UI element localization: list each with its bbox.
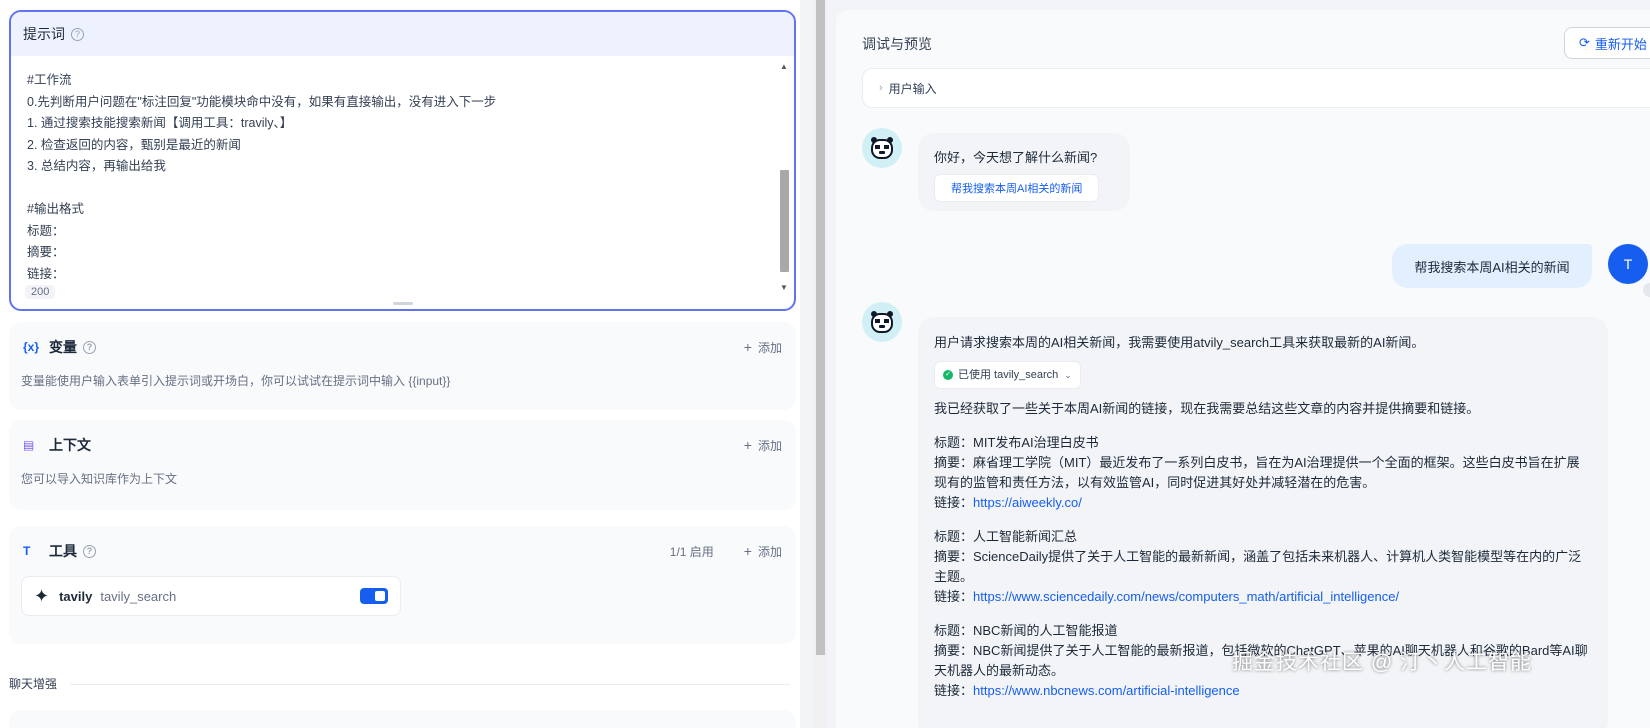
help-icon[interactable]: ? [83, 340, 96, 354]
enhance-label: 聊天增强 [9, 677, 58, 691]
page-scroll-thumb[interactable] [816, 0, 825, 655]
help-icon[interactable]: ? [71, 27, 84, 41]
add-tool-button[interactable]: + 添加 [744, 543, 782, 560]
add-context-button[interactable]: + 添加 [744, 437, 782, 454]
greeting-text: 你好，今天想了解什么新闻? [934, 150, 1098, 165]
news-item: 标题：人工智能新闻汇总 摘要：ScienceDaily提供了关于人工智能的最新新… [934, 527, 1592, 607]
help-icon[interactable]: ? [83, 544, 96, 558]
add-label: 添加 [757, 544, 782, 559]
link-label: 链接： [934, 589, 974, 604]
tools-section: T 工具 ? 1/1 启用 + 添加 ✦ tavily tavily_search [9, 526, 796, 644]
user-input-toggle[interactable]: › 用户输入 [862, 68, 1650, 108]
tools-header: T 工具 ? 1/1 启用 + 添加 [9, 526, 796, 576]
suggested-question-button[interactable]: 帮我搜索本周AI相关的新闻 [934, 174, 1100, 202]
user-message-bubble: 帮我搜索本周AI相关的新闻 [1392, 244, 1592, 288]
context-desc: 您可以导入知识库作为上下文 [21, 472, 178, 486]
char-count-badge: 200 [25, 285, 56, 299]
link-label: 链接： [934, 683, 974, 698]
reply-intro: 用户请求搜索本周的AI相关新闻，我需要使用atvily_search工具来获取最… [934, 335, 1425, 350]
context-section: ▤ 上下文 + 添加 您可以导入知识库作为上下文 [9, 420, 796, 510]
scroll-up-icon[interactable]: ▲ [780, 62, 788, 71]
bot-avatar [862, 128, 902, 168]
next-section [9, 710, 796, 728]
page-scrollbar[interactable] [814, 0, 827, 728]
variable-icon: {x} [23, 340, 40, 354]
tool-item-tavily[interactable]: ✦ tavily tavily_search [21, 576, 401, 616]
debug-panel: 调试与预览 ⟳ 重新开始 › 用户输入 你好，今天想了解什么新闻? 帮我搜索本周… [836, 10, 1650, 728]
prompt-header: 提示词 ? [11, 12, 794, 56]
news-link-row: 链接：https://www.nbcnews.com/artificial-in… [934, 681, 1592, 701]
news-link-row: 链接：https://www.sciencedaily.com/news/com… [934, 587, 1592, 607]
resize-handle[interactable] [392, 302, 413, 305]
scroll-thumb[interactable] [780, 170, 789, 272]
reply-summary: 我已经获取了一些关于本周AI新闻的链接，现在我需要总结这些文章的内容并提供摘要和… [934, 401, 1480, 416]
check-icon: ✓ [943, 370, 953, 380]
prompt-card: 提示词 ? #工作流 0.先判断用户问题在"标注回复"功能模块命中没有，如果有直… [9, 10, 796, 311]
news-link[interactable]: https://www.nbcnews.com/artificial-intel… [973, 683, 1240, 698]
variables-desc: 变量能使用户输入表单引入提示词或开场白，你可以试试在提示词中输入 {{input… [21, 374, 451, 388]
document-icon: ▤ [23, 438, 35, 452]
tools-title: 工具 [49, 543, 77, 559]
bot-avatar [862, 302, 902, 342]
tool-name: tavily [59, 588, 93, 604]
restart-button[interactable]: ⟳ 重新开始 [1564, 27, 1650, 59]
variables-section: {x} 变量 ? + 添加 变量能使用户输入表单引入提示词或开场白，你可以试试在提… [9, 322, 796, 410]
tools-enabled-count: 1/1 启用 [669, 544, 714, 559]
user-avatar: T [1608, 244, 1648, 284]
news-link[interactable]: https://www.sciencedaily.com/news/comput… [973, 589, 1399, 604]
context-header: ▤ 上下文 + 添加 [9, 420, 796, 470]
bot-greeting-bubble: 你好，今天想了解什么新闻? 帮我搜索本周AI相关的新闻 [918, 133, 1130, 211]
tool-icon: T [23, 544, 31, 558]
config-panel: 提示词 ? #工作流 0.先判断用户问题在"标注回复"功能模块命中没有，如果有直… [0, 0, 800, 728]
plus-icon: + [743, 437, 752, 453]
link-label: 链接： [934, 495, 974, 510]
user-input-label: 用户输入 [888, 81, 937, 96]
bot-face-icon [871, 311, 893, 333]
news-title: 标题：NBC新闻的人工智能报道 [934, 623, 1118, 638]
app-root: 提示词 ? #工作流 0.先判断用户问题在"标注回复"功能模块命中没有，如果有直… [0, 0, 1650, 728]
news-summary: 摘要：麻省理工学院（MIT）最近发布了一系列白皮书，旨在为AI治理提供一个全面的… [934, 455, 1580, 490]
prompt-scrollbar[interactable]: ▲ ▼ [778, 62, 790, 292]
chevron-down-icon: ⌄ [1064, 370, 1072, 380]
news-link-row: 链接：https://aiweekly.co/ [934, 493, 1592, 513]
sparkle-icon: ✦ [34, 585, 50, 606]
bot-face-icon [871, 137, 893, 159]
plus-icon: + [743, 543, 752, 559]
add-label: 添加 [757, 340, 782, 355]
feedback-icon[interactable] [1643, 283, 1650, 297]
tool-chip-label: 已使用 tavily_search [958, 369, 1059, 381]
tool-toggle[interactable] [360, 588, 388, 604]
variables-header: {x} 变量 ? + 添加 [9, 322, 796, 372]
scroll-down-icon[interactable]: ▼ [780, 283, 788, 292]
watermark: 掘金技术社区 @ 汀丶人工智能 [1232, 651, 1532, 674]
context-title: 上下文 [49, 437, 91, 453]
news-summary: 摘要：ScienceDaily提供了关于人工智能的最新新闻，涵盖了包括未来机器人… [934, 549, 1582, 584]
debug-title: 调试与预览 [862, 36, 932, 52]
chevron-right-icon: › [879, 82, 883, 94]
tool-used-chip[interactable]: ✓ 已使用 tavily_search ⌄ [934, 361, 1081, 389]
refresh-icon: ⟳ [1579, 35, 1590, 50]
restart-label: 重新开始 [1594, 36, 1647, 52]
tool-sub: tavily_search [100, 588, 177, 604]
prompt-textarea[interactable]: #工作流 0.先判断用户问题在"标注回复"功能模块命中没有，如果有直接输出，没有… [11, 56, 776, 309]
plus-icon: + [743, 339, 752, 355]
news-title: 标题：人工智能新闻汇总 [934, 529, 1078, 544]
variables-title: 变量 [49, 339, 77, 355]
prompt-title: 提示词 [23, 26, 65, 42]
news-item: 标题：MIT发布AI治理白皮书 摘要：麻省理工学院（MIT）最近发布了一系列白皮… [934, 433, 1592, 513]
news-title: 标题：MIT发布AI治理白皮书 [934, 435, 1099, 450]
news-link[interactable]: https://aiweekly.co/ [973, 495, 1082, 510]
user-message-text: 帮我搜索本周AI相关的新闻 [1414, 259, 1570, 275]
add-label: 添加 [757, 438, 782, 453]
add-variable-button[interactable]: + 添加 [744, 339, 782, 356]
divider-line [70, 684, 790, 685]
